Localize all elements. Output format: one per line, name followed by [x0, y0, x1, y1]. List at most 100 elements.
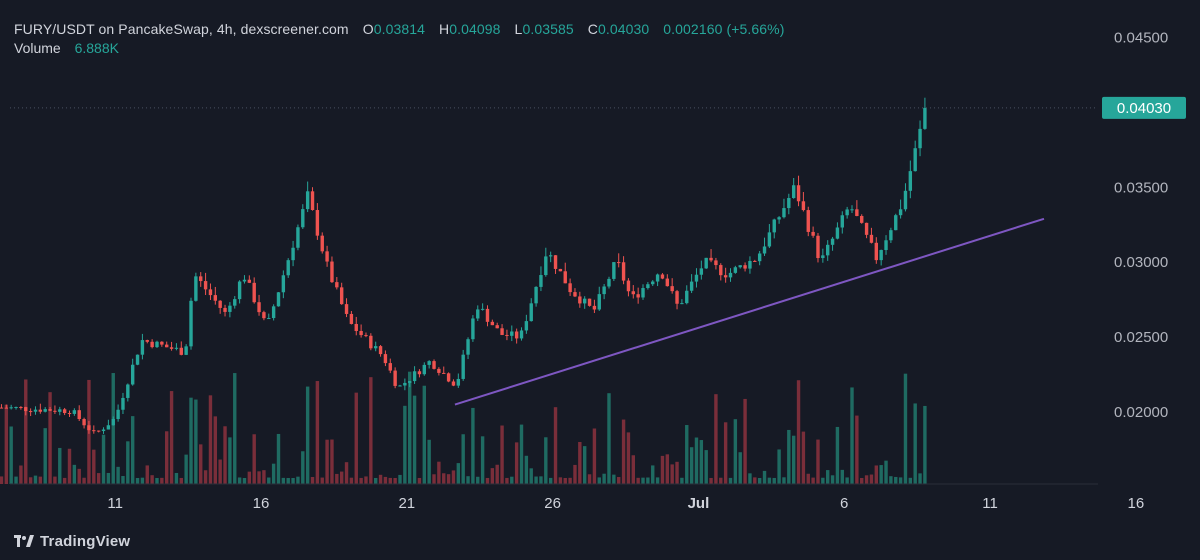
candle-body — [675, 291, 679, 304]
x-tick-label: 26 — [544, 495, 561, 512]
volume-bar — [456, 463, 461, 484]
candle-body — [291, 247, 295, 261]
candle-body — [621, 262, 626, 281]
volume-bar — [568, 477, 572, 484]
volume-bar — [223, 426, 227, 484]
volume-bar — [160, 477, 164, 484]
candle-body — [403, 382, 407, 386]
volume-bar — [403, 405, 407, 484]
candle-body — [218, 300, 222, 308]
volume-layer — [0, 371, 927, 484]
candle-body — [412, 371, 417, 382]
candle-body — [719, 265, 723, 276]
open-value: 0.03814 — [373, 21, 426, 37]
candle-body — [121, 397, 125, 410]
candle-body — [344, 304, 349, 314]
volume-bar — [296, 476, 300, 484]
volume-bar — [864, 475, 869, 484]
volume-bar — [524, 455, 529, 484]
candle-body — [821, 255, 825, 259]
volume-bar — [573, 464, 577, 484]
candle-body — [199, 276, 203, 282]
candle-body — [626, 280, 631, 292]
candle-body — [578, 296, 582, 304]
candle-body — [709, 257, 713, 261]
volume-bar — [72, 464, 77, 484]
volume-bar — [845, 477, 849, 484]
volume-bar — [476, 476, 480, 484]
volume-bar — [121, 476, 125, 484]
volume-bar — [174, 472, 179, 484]
volume-bar — [621, 419, 626, 484]
candle-body — [53, 410, 57, 412]
price-chart[interactable]: 0.04030 0.02000 0.02500 0.03000 0.03500 0.045… — [0, 0, 1200, 560]
candle-body — [67, 413, 72, 415]
y-tick-label: 0.03000 — [1114, 254, 1168, 271]
x-tick-label: Jul — [688, 495, 710, 512]
volume-bar — [485, 477, 490, 484]
volume-bar — [257, 471, 261, 484]
candle-body — [505, 334, 509, 336]
candle-body — [816, 235, 820, 259]
candle-body — [14, 407, 18, 409]
symbol-title: FURY/USDT on PancakeSwap, 4h, dexscreene… — [14, 21, 349, 37]
volume-bar — [738, 452, 742, 484]
volume-bar — [305, 386, 310, 484]
volume-bar — [821, 477, 825, 484]
candle-body — [558, 268, 563, 272]
tradingview-attribution[interactable]: TradingView — [14, 531, 130, 551]
volume-bar — [495, 464, 499, 484]
candle-body — [271, 306, 276, 319]
candle-body — [422, 364, 427, 375]
volume-bar — [539, 476, 543, 484]
candle-body — [874, 242, 879, 261]
candle-body — [383, 354, 388, 364]
volume-bar — [811, 477, 815, 484]
candle-body — [106, 425, 111, 430]
volume-bar — [461, 434, 465, 484]
candle-body — [335, 282, 339, 288]
volume-bar — [145, 465, 149, 484]
candle-body — [252, 282, 256, 303]
candle-body — [597, 294, 601, 310]
volume-bar — [806, 473, 810, 484]
candle-body — [884, 240, 888, 251]
tradingview-logo-icon — [14, 535, 34, 547]
volume-bar — [850, 387, 854, 484]
volume-bar — [194, 399, 198, 484]
volume-bar — [529, 468, 533, 484]
candle-body — [680, 303, 684, 305]
candle-body — [257, 302, 261, 313]
candle-body — [101, 429, 106, 432]
candle-body — [378, 346, 383, 355]
candle-body — [150, 341, 154, 348]
volume-bar — [38, 476, 43, 484]
volume-bar — [826, 470, 830, 484]
candle-body — [169, 347, 174, 349]
volume-bar — [267, 477, 271, 484]
candle-body — [500, 328, 504, 335]
axis-layer: 0.04030 0.02000 0.02500 0.03000 0.03500 0.045… — [10, 29, 1186, 512]
volume-bar — [728, 477, 733, 484]
candle-body — [733, 267, 738, 273]
volume-bar — [714, 394, 718, 484]
candle-body — [767, 232, 772, 247]
candle-body — [806, 210, 810, 232]
candle-body — [898, 209, 903, 216]
x-tick-label: 21 — [398, 495, 415, 512]
candle-body — [510, 331, 514, 336]
candle-body — [305, 191, 310, 210]
volume-bar — [471, 407, 475, 484]
candle-body — [184, 346, 188, 355]
volume-bar — [369, 377, 373, 484]
candle-layer — [0, 97, 927, 434]
candle-body — [286, 260, 290, 276]
volume-bar — [514, 442, 519, 484]
candle-body — [417, 371, 422, 375]
candle-body — [24, 407, 28, 412]
volume-bar — [150, 475, 154, 484]
volume-bar — [757, 478, 762, 484]
candle-body — [432, 361, 436, 369]
volume-bar — [281, 477, 286, 484]
candle-body — [777, 217, 781, 220]
